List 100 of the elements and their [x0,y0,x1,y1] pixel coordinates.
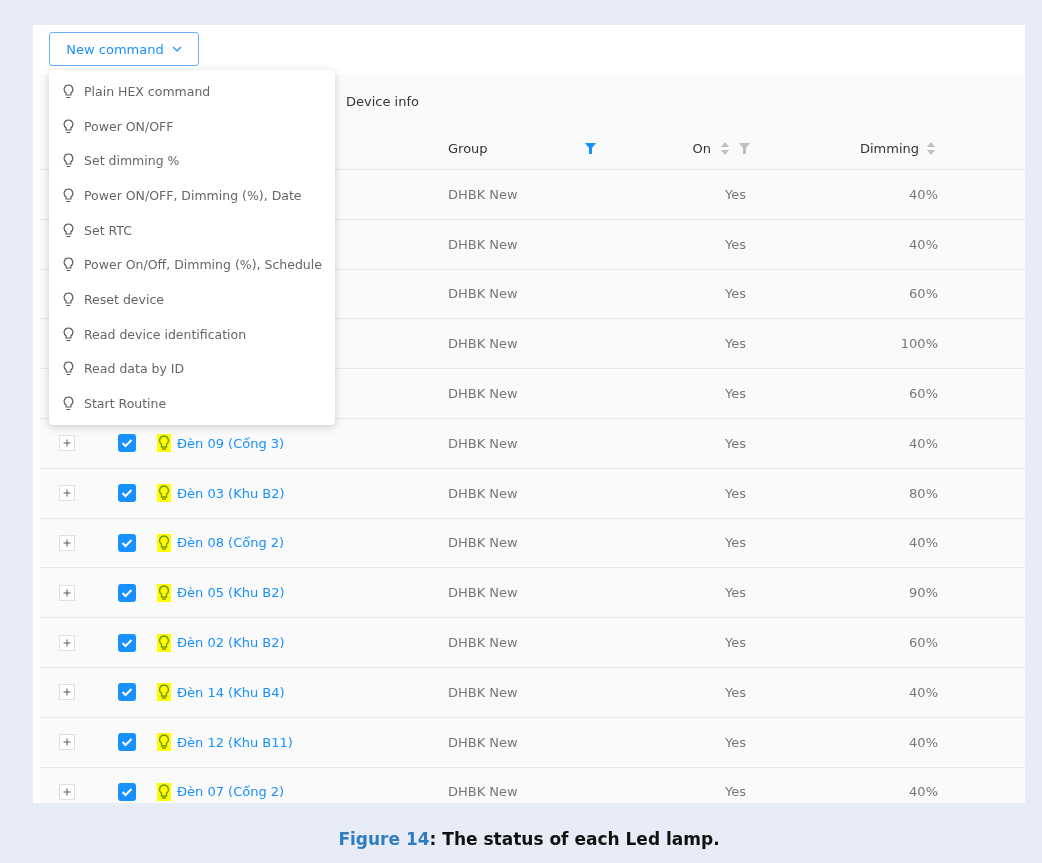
lightbulb-icon [157,633,171,652]
expand-button[interactable] [59,485,75,502]
lightbulb-icon [63,222,74,238]
menu-item[interactable]: Reset device [49,282,335,317]
device-name-link[interactable]: Đèn 14 (Khu B4) [177,684,285,700]
lightbulb-icon [63,257,74,273]
table-cell: 40% [909,784,938,800]
menu-item[interactable]: Set dimming % [49,143,335,179]
filter-icon[interactable] [585,142,596,154]
column-header[interactable]: On [692,140,711,156]
sort-icon[interactable] [721,141,729,155]
table-cell: 40% [909,734,938,750]
sort-icon[interactable] [927,141,935,155]
expand-button[interactable] [59,435,75,452]
lightbulb-icon [157,782,171,801]
row-checkbox[interactable] [118,583,136,602]
figure-caption: Figure 14: The status of each Led lamp. [337,829,721,849]
column-header[interactable]: Dimming [859,140,919,156]
table-cell: DHBK New [448,635,518,651]
lightbulb-icon [157,484,171,503]
table-cell: 40% [909,236,938,252]
lightbulb-icon [63,396,74,412]
menu-item[interactable]: Plain HEX command [49,74,335,109]
chevron-down-icon [171,46,182,52]
lightbulb-icon [63,118,74,134]
column-group-header: Device info [346,93,419,109]
table-cell: DHBK New [448,535,518,551]
table-cell: 60% [909,286,938,302]
table-cell: DHBK New [448,734,518,750]
device-name-link[interactable]: Đèn 03 (Khu B2) [177,485,285,501]
menu-item[interactable]: Power On/Off, Dimming (%), Schedule [49,247,335,283]
lightbulb-icon [63,187,74,203]
device-name-link[interactable]: Đèn 02 (Khu B2) [177,635,285,651]
table-cell: DHBK New [448,585,518,601]
expand-button[interactable] [59,783,75,800]
table-cell: 100% [900,336,938,352]
lightbulb-icon [157,733,171,752]
lightbulb-icon [63,291,74,307]
row-checkbox[interactable] [118,533,136,552]
table-cell: 90% [909,585,938,601]
table-cell: DHBK New [448,435,518,451]
row-checkbox[interactable] [118,633,136,652]
table-cell: 80% [909,485,938,501]
table-cell: Yes [725,386,746,402]
menu-item[interactable]: Power ON/OFF [49,108,335,144]
table-cell: DHBK New [448,286,518,302]
expand-button[interactable] [59,584,75,601]
expand-button[interactable] [59,534,75,551]
table-cell: DHBK New [448,485,518,501]
menu-item[interactable]: Power ON/OFF, Dimming (%), Date [49,178,335,213]
filter-icon[interactable] [739,142,750,154]
row-checkbox[interactable] [118,782,136,801]
lightbulb-icon [63,326,74,342]
table-cell: Yes [725,236,746,252]
menu-item[interactable]: Read device identification [49,316,335,352]
table-cell: Yes [725,585,746,601]
table-cell: 40% [909,535,938,551]
table-cell: Yes [725,635,746,651]
expand-button[interactable] [59,734,75,751]
table-cell: 60% [909,386,938,402]
expand-button[interactable] [59,634,75,651]
table-cell: DHBK New [448,336,518,352]
device-name-link[interactable]: Đèn 09 (Cổng 3) [177,435,285,451]
menu-item[interactable]: Read data by ID [49,351,335,387]
table-cell: Yes [725,336,746,352]
table-cell: Yes [725,435,746,451]
row-checkbox[interactable] [118,683,136,702]
lightbulb-icon [157,683,171,702]
lightbulb-icon [157,434,171,453]
lightbulb-icon [63,153,74,169]
new-command-button[interactable]: New command [49,32,199,66]
table-cell: DHBK New [448,684,518,700]
table-cell: DHBK New [448,236,518,252]
table-cell: DHBK New [448,386,518,402]
table-cell: 40% [909,435,938,451]
lightbulb-icon [157,533,171,552]
table-cell: 40% [909,684,938,700]
table-cell: Yes [725,286,746,302]
row-checkbox[interactable] [118,733,136,752]
table-cell: DHBK New [448,186,518,202]
row-checkbox[interactable] [118,484,136,503]
expand-button[interactable] [59,684,75,701]
table-cell: Yes [725,684,746,700]
table-cell: Yes [725,186,746,202]
table-cell: Yes [725,784,746,800]
menu-item[interactable]: Set RTC [49,212,335,248]
table-cell: Yes [725,535,746,551]
device-name-link[interactable]: Đèn 12 (Khu B11) [177,734,293,750]
lightbulb-icon [63,83,74,99]
column-header[interactable]: Group [448,140,488,156]
lightbulb-icon [157,583,171,602]
table-cell: DHBK New [448,784,518,800]
menu-item[interactable]: Start Routine [49,386,335,421]
table-cell: 60% [909,635,938,651]
device-name-link[interactable]: Đèn 07 (Cổng 2) [177,784,285,800]
lightbulb-icon [63,361,74,377]
device-name-link[interactable]: Đèn 08 (Cổng 2) [177,535,285,551]
device-name-link[interactable]: Đèn 05 (Khu B2) [177,585,285,601]
table-cell: Yes [725,485,746,501]
row-checkbox[interactable] [118,434,136,453]
